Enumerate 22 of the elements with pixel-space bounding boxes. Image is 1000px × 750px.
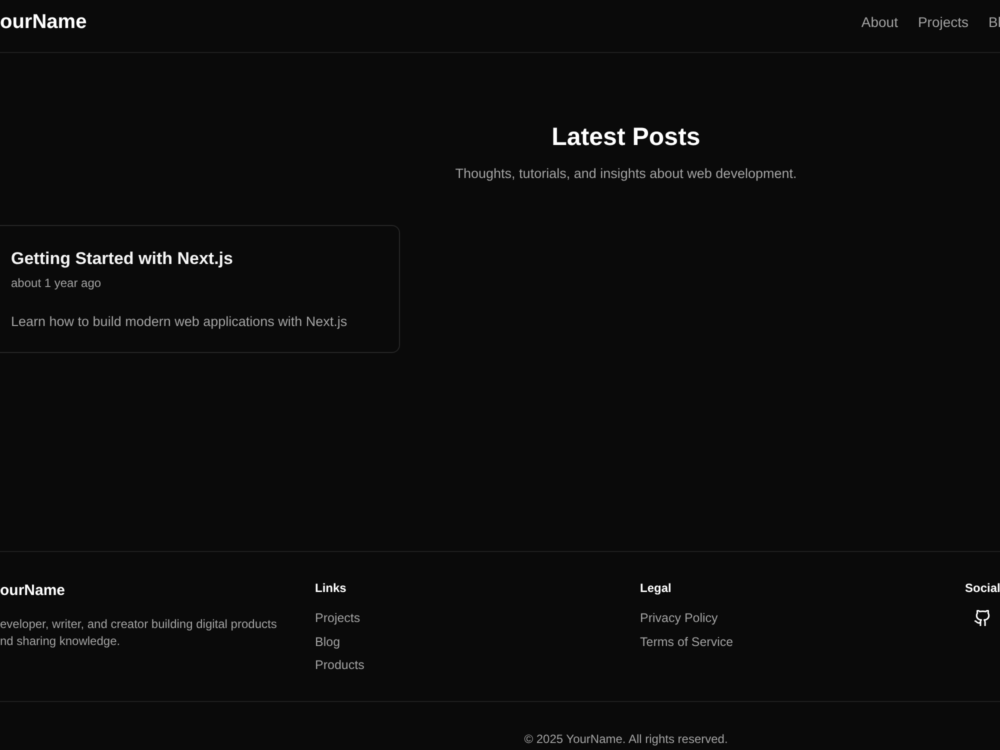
footer-link[interactable]: Projects bbox=[315, 609, 360, 627]
footer-heading: Legal bbox=[640, 580, 672, 596]
post-date: about 1 year ago bbox=[11, 275, 102, 291]
page-title: Latest Posts bbox=[552, 122, 700, 153]
footer-heading: Links bbox=[315, 580, 346, 596]
post-excerpt: Learn how to build modern web applications with Next.js bbox=[11, 313, 348, 331]
nav-link[interactable]: About bbox=[861, 10, 898, 34]
github-icon[interactable] bbox=[974, 610, 990, 626]
footer-link[interactable]: Privacy Policy bbox=[640, 609, 718, 627]
nav-link[interactable]: Projects bbox=[918, 10, 969, 34]
copyright-text: © 2025 YourName. All rights reserved. bbox=[524, 731, 728, 747]
page-subtitle: Thoughts, tutorials, and insights about web development. bbox=[455, 165, 797, 183]
site-logo[interactable]: ourName bbox=[0, 10, 87, 34]
footer-description: eveloper, writer, and creator building digital products nd sharing knowledge. bbox=[0, 616, 278, 650]
post-card[interactable]: Getting Started with Next.js about 1 year ago Learn how to build modern web applications with Next.js bbox=[0, 225, 400, 353]
footer-link[interactable]: Products bbox=[315, 656, 364, 674]
footer-link[interactable]: Blog bbox=[315, 632, 340, 650]
footer-link[interactable]: Terms of Service bbox=[640, 632, 734, 650]
footer-heading: Social bbox=[965, 580, 1000, 596]
post-title: Getting Started with Next.js bbox=[11, 248, 233, 270]
footer-brand: ourName bbox=[0, 581, 66, 601]
nav-link[interactable]: Bl bbox=[988, 10, 1000, 34]
